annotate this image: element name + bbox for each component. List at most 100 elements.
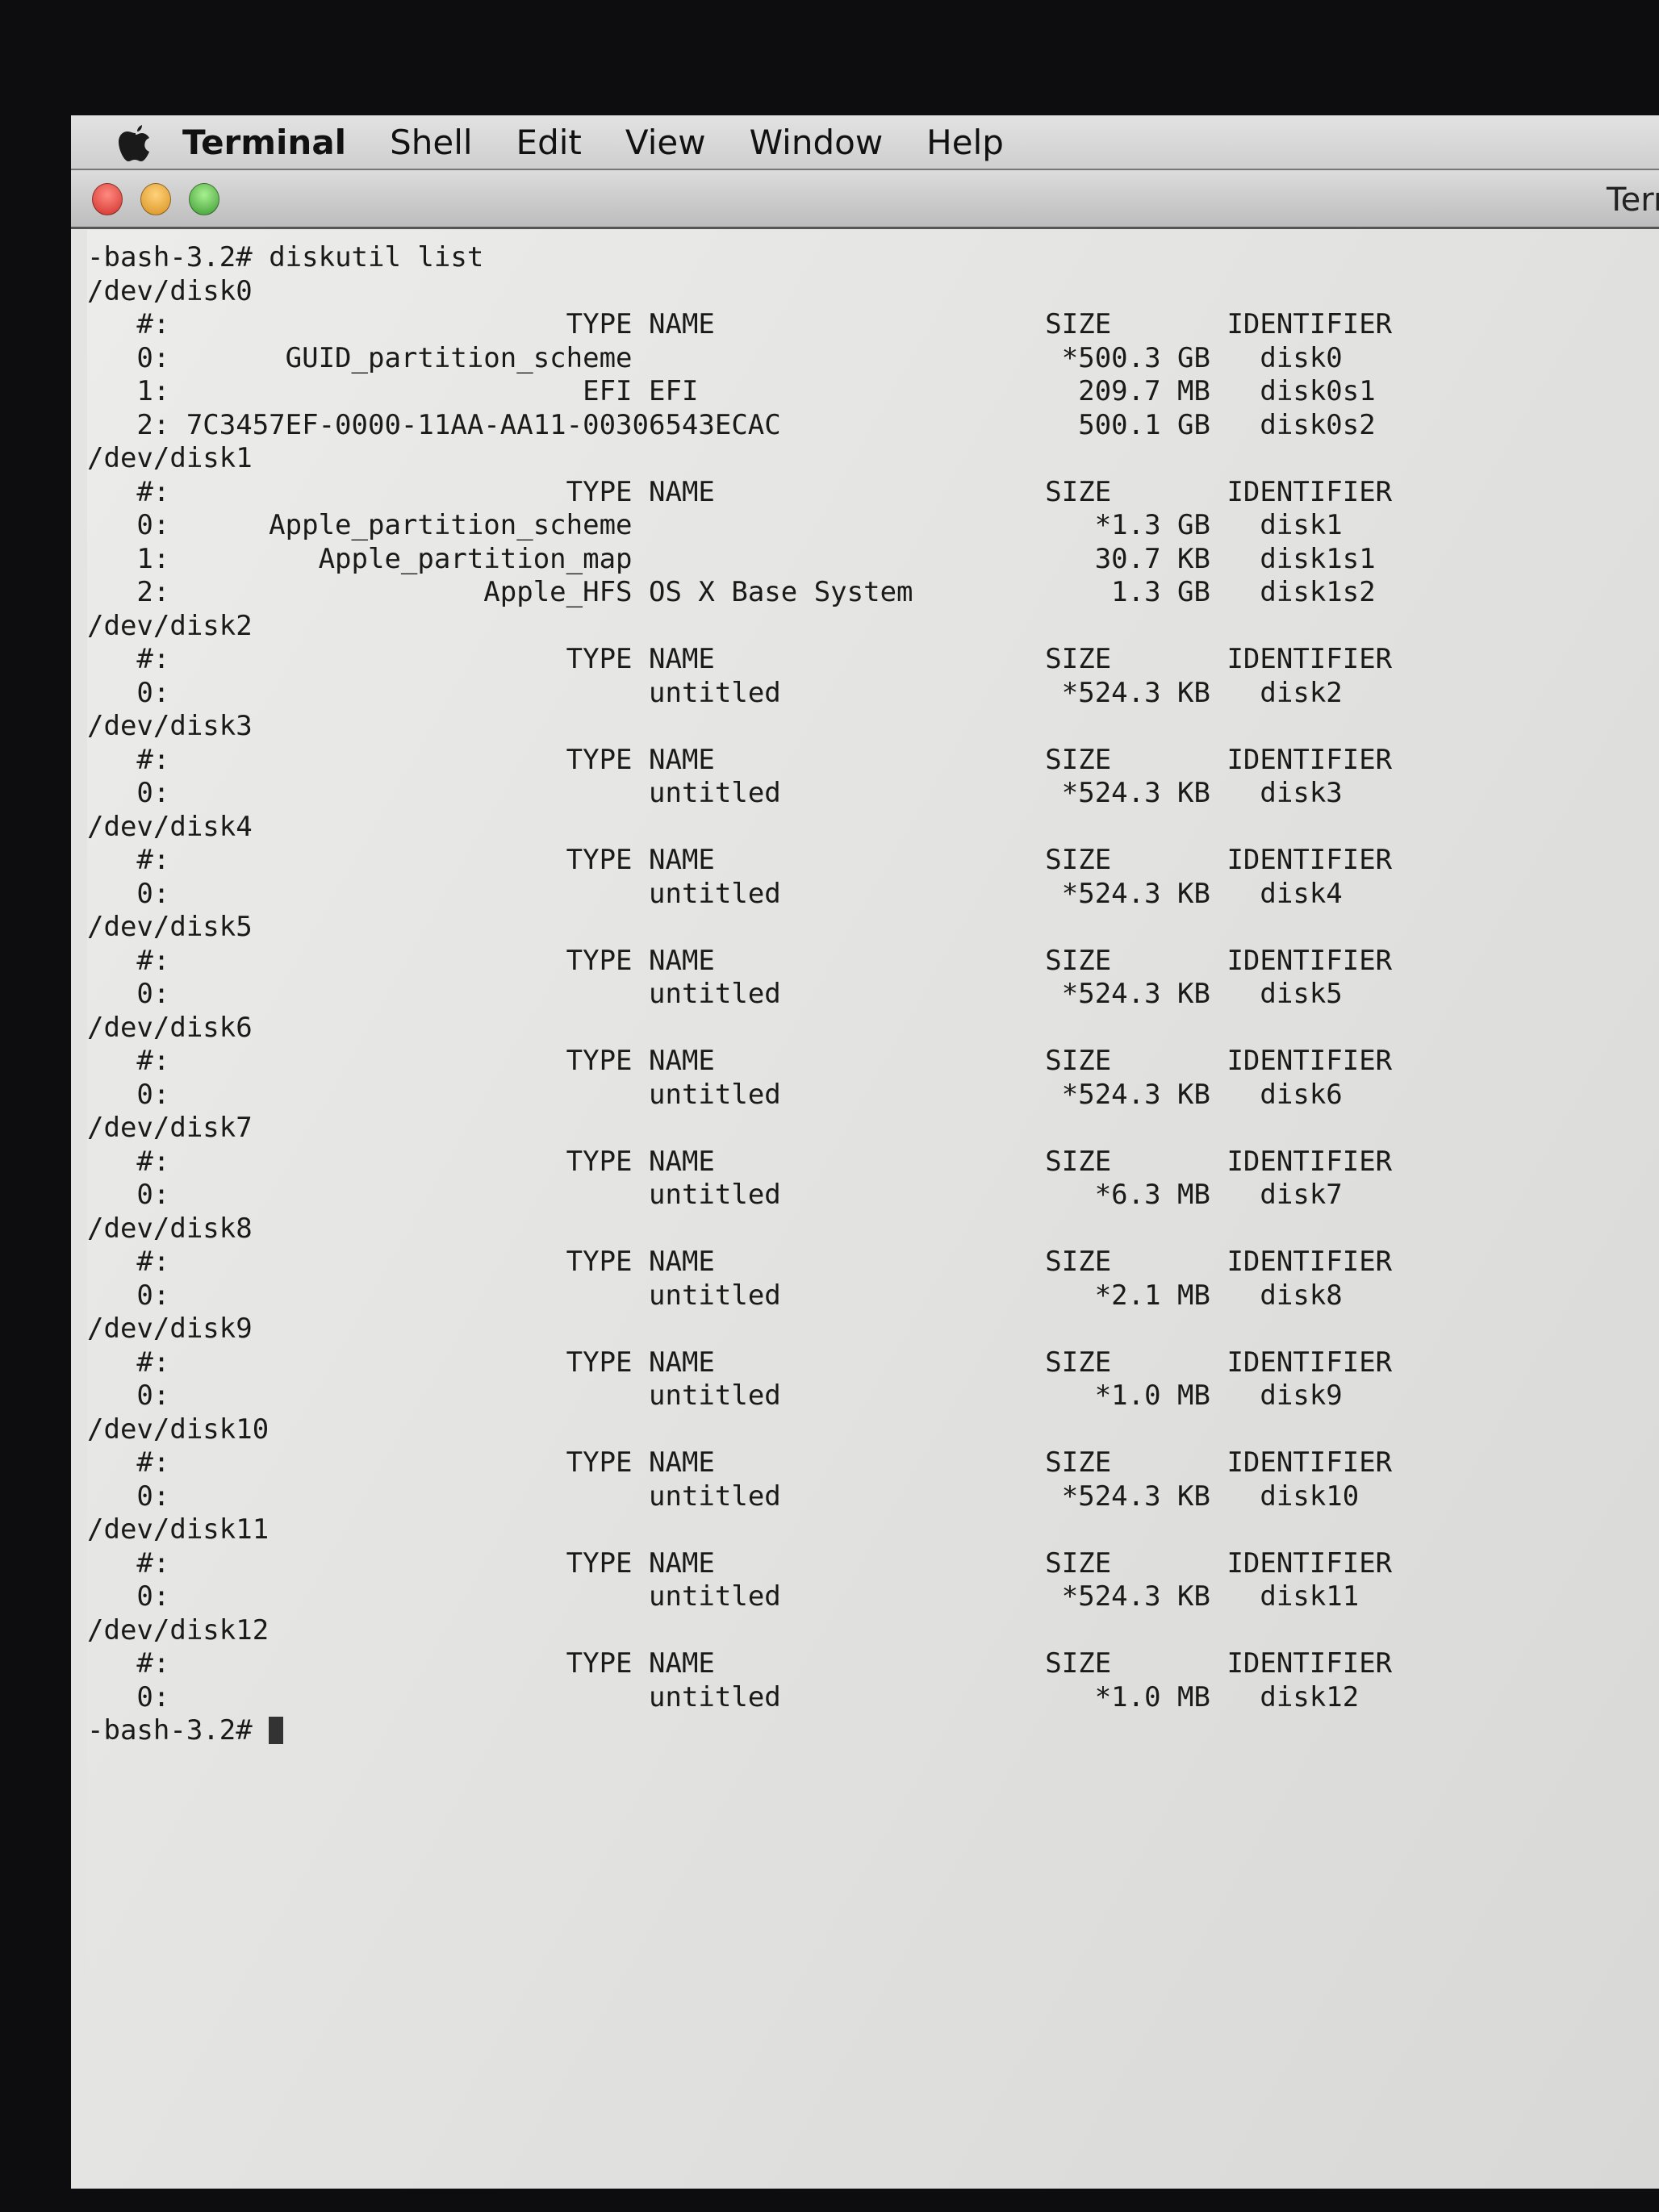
header-identifier: IDENTIFIER [1226, 1346, 1393, 1379]
device-line: /dev/disk2 [87, 610, 1659, 644]
header-index: #: [87, 1446, 170, 1479]
header-index: #: [87, 1647, 170, 1680]
partition-identifier: disk2 [1260, 676, 1343, 709]
close-button[interactable] [92, 183, 123, 215]
header-index: #: [87, 1045, 170, 1077]
header-name: NAME [649, 844, 1046, 876]
header-row: #: TYPE NAME SIZE IDENTIFIER [87, 1547, 1659, 1581]
prompt: -bash-3.2# [87, 1714, 253, 1747]
device-line: /dev/disk12 [87, 1614, 1659, 1648]
window-title-bar[interactable]: Term [71, 170, 1659, 229]
partition-type [169, 1379, 632, 1412]
menu-terminal[interactable]: Terminal [182, 123, 346, 162]
partition-identifier: disk0 [1260, 341, 1343, 374]
partition-index: 0: [87, 1480, 170, 1513]
partition-index: 0: [87, 1379, 170, 1412]
partition-type [169, 1279, 632, 1312]
menu-view[interactable]: View [625, 123, 706, 162]
header-type: TYPE [169, 643, 633, 675]
header-size: SIZE [1045, 944, 1227, 977]
header-name: NAME [649, 944, 1046, 977]
header-type: TYPE [169, 743, 633, 776]
partition-type [169, 878, 632, 910]
partition-row: 0: untitled *524.3 KB disk6 [87, 1079, 1659, 1112]
partition-name: untitled [649, 877, 1046, 910]
partition-row: 0: untitled *2.1 MB disk8 [87, 1279, 1659, 1313]
partition-size: *1.0 MB [1045, 1379, 1227, 1412]
header-type: TYPE [169, 475, 633, 508]
partition-name: untitled [649, 1480, 1046, 1513]
partition-size: *2.1 MB [1045, 1279, 1227, 1312]
header-size: SIZE [1045, 1246, 1227, 1278]
menu-edit[interactable]: Edit [516, 123, 582, 162]
partition-identifier: disk9 [1260, 1379, 1343, 1412]
window-title: Term [1607, 182, 1659, 219]
device-line: /dev/disk5 [87, 911, 1659, 945]
header-identifier: IDENTIFIER [1226, 944, 1393, 977]
device-name: /dev/disk8 [87, 1212, 253, 1245]
partition-identifier: disk0s1 [1260, 375, 1376, 407]
partition-identifier: disk4 [1260, 877, 1343, 910]
partition-index: 1: [87, 375, 170, 407]
menu-window[interactable]: Window [750, 123, 884, 162]
apple-logo-icon[interactable] [118, 122, 153, 162]
header-size: SIZE [1045, 743, 1227, 776]
device-name: /dev/disk6 [87, 1011, 253, 1044]
header-name: NAME [649, 1045, 1046, 1077]
partition-type: Apple_partition_scheme [169, 509, 633, 541]
partition-size: *500.3 GB [1045, 341, 1227, 374]
partition-identifier: disk11 [1260, 1580, 1360, 1613]
header-size: SIZE [1045, 1045, 1227, 1077]
header-type: TYPE [169, 1045, 633, 1077]
menu-shell[interactable]: Shell [390, 123, 472, 162]
partition-row: 1: Apple_partition_map 30.7 KB disk1s1 [87, 543, 1659, 577]
header-identifier: IDENTIFIER [1226, 1446, 1393, 1479]
zoom-button[interactable] [189, 183, 219, 215]
header-index: #: [87, 1145, 170, 1178]
device-line: /dev/disk10 [87, 1413, 1659, 1447]
partition-type: Apple_HFS [169, 576, 633, 608]
header-name: NAME [649, 1346, 1046, 1379]
header-name: NAME [649, 308, 1046, 340]
partition-name: untitled [649, 777, 1046, 809]
header-size: SIZE [1045, 475, 1227, 508]
partition-size: *524.3 KB [1045, 676, 1227, 709]
partition-index: 0: [87, 1680, 170, 1713]
terminal-output[interactable]: -bash-3.2# diskutil list/dev/disk0 #: TY… [87, 230, 1659, 2189]
header-index: #: [87, 1246, 170, 1278]
partition-name: untitled [649, 1179, 1046, 1211]
header-row: #: TYPE NAME SIZE IDENTIFIER [87, 1246, 1659, 1279]
header-type: TYPE [169, 1546, 633, 1580]
partition-name: untitled [649, 1379, 1046, 1412]
menu-help[interactable]: Help [926, 123, 1004, 162]
partition-name: untitled [649, 1279, 1046, 1312]
device-name: /dev/disk7 [87, 1112, 253, 1144]
header-row: #: TYPE NAME SIZE IDENTIFIER [87, 308, 1659, 342]
device-line: /dev/disk9 [87, 1313, 1659, 1346]
partition-name: OS X Base System [649, 576, 1046, 608]
device-name: /dev/disk12 [87, 1613, 270, 1646]
device-name: /dev/disk0 [87, 274, 253, 307]
header-size: SIZE [1045, 308, 1227, 340]
header-size: SIZE [1045, 643, 1227, 675]
partition-name: EFI [649, 375, 1046, 407]
header-row: #: TYPE NAME SIZE IDENTIFIER [87, 744, 1659, 778]
partition-size: *524.3 KB [1045, 1078, 1227, 1111]
partition-size: *6.3 MB [1045, 1179, 1227, 1211]
minimize-button[interactable] [140, 183, 171, 215]
header-name: NAME [649, 743, 1046, 776]
header-index: #: [87, 944, 170, 977]
partition-row: 0: Apple_partition_scheme *1.3 GB disk1 [87, 509, 1659, 543]
partition-type [169, 978, 632, 1010]
header-identifier: IDENTIFIER [1226, 1246, 1393, 1278]
partition-row: 0: untitled *6.3 MB disk7 [87, 1179, 1659, 1212]
partition-index: 0: [87, 676, 170, 709]
header-type: TYPE [169, 844, 633, 876]
prompt-line: -bash-3.2# [87, 1714, 1659, 1748]
partition-type [169, 1179, 632, 1211]
partition-type [169, 1681, 632, 1713]
partition-row: 0: untitled *524.3 KB disk2 [87, 677, 1659, 711]
partition-identifier: disk6 [1260, 1078, 1343, 1111]
partition-index: 2: [87, 408, 170, 441]
header-type: TYPE [169, 1446, 633, 1479]
